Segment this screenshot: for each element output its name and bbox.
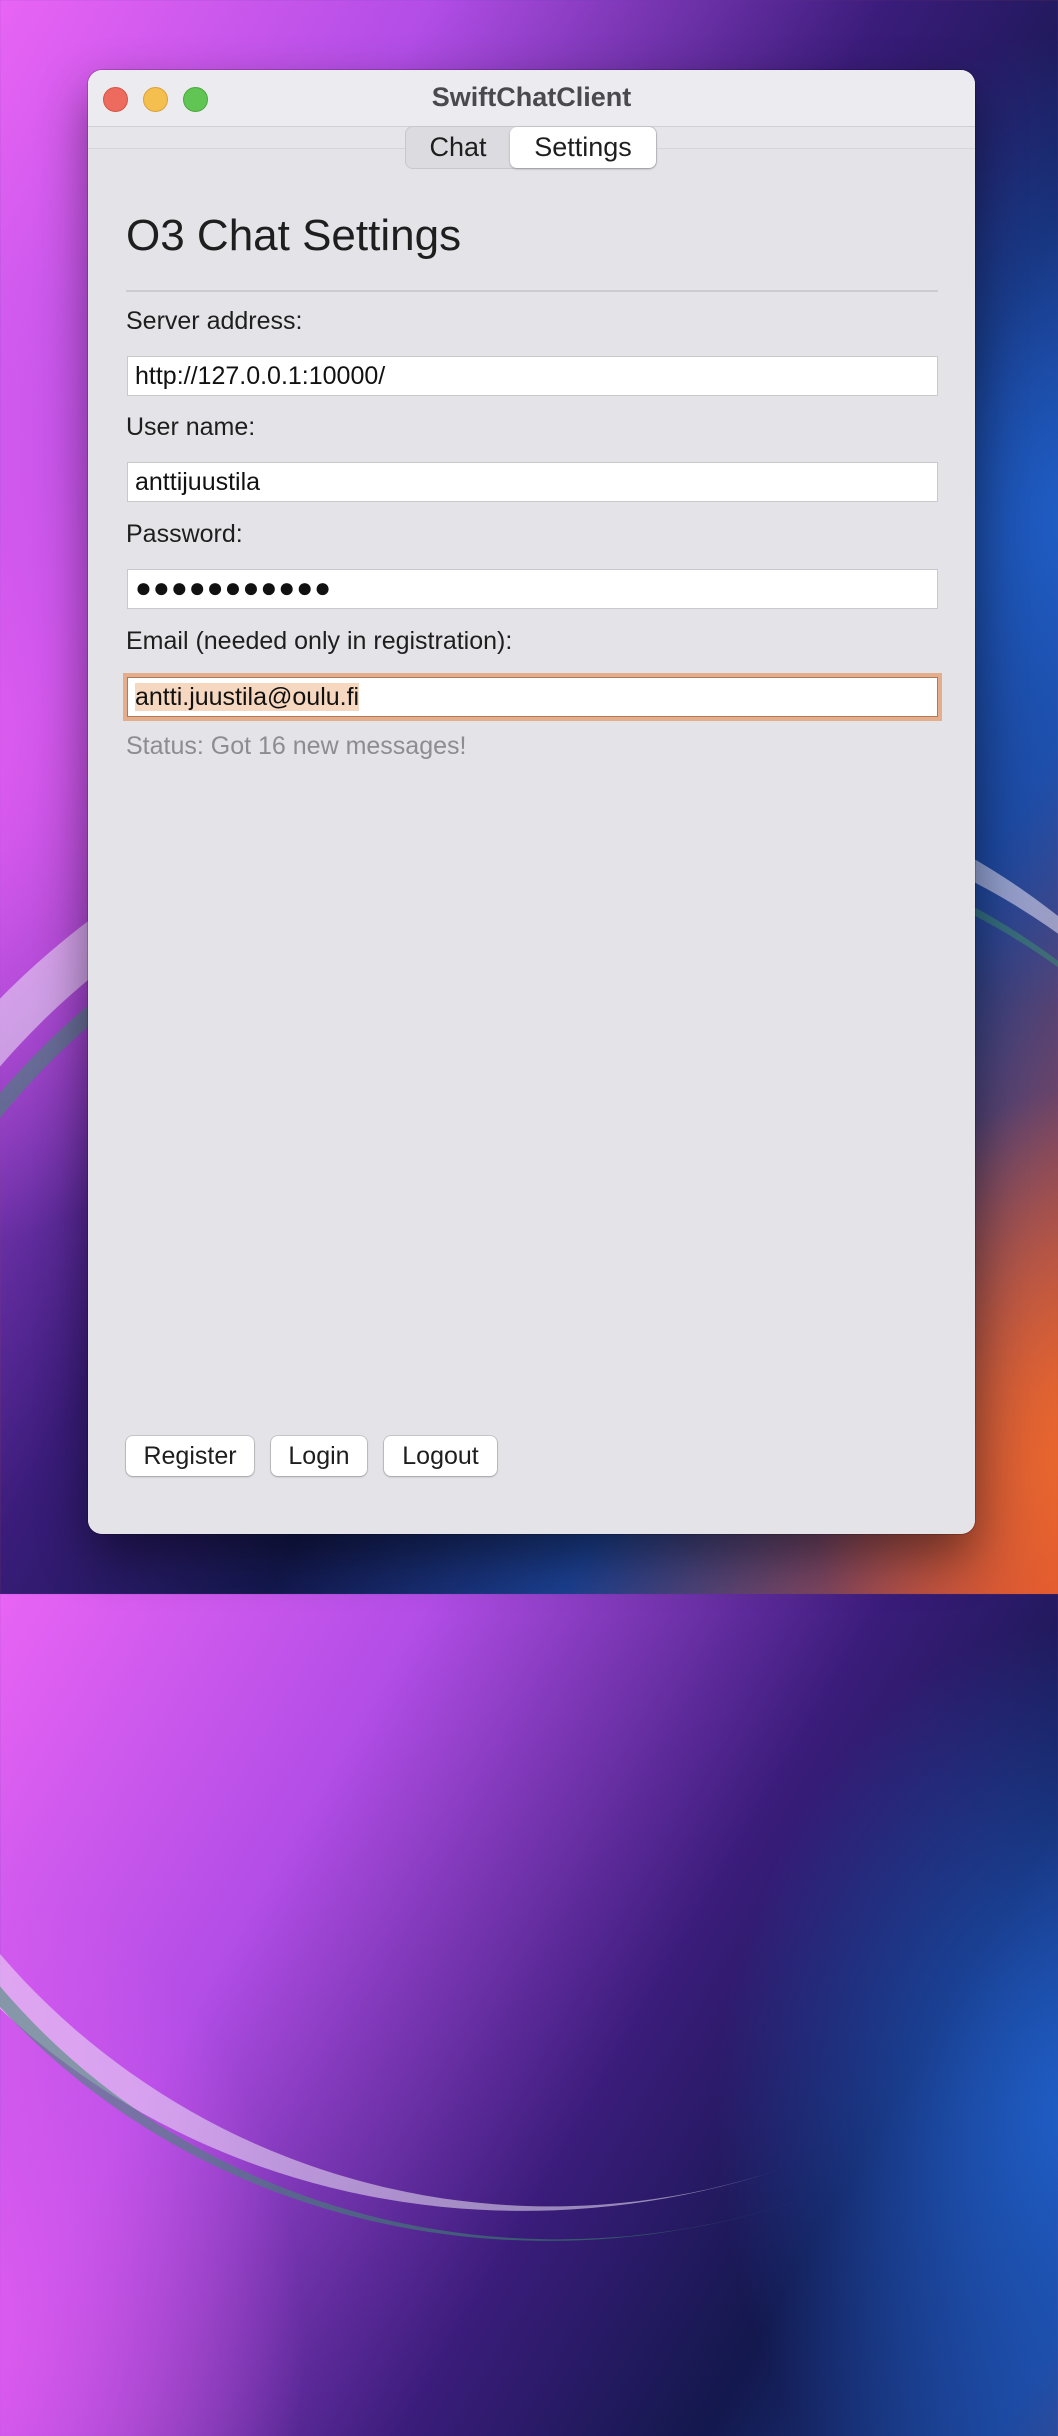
divider xyxy=(126,290,938,292)
status-text: Status: Got 16 new messages! xyxy=(126,732,467,760)
window-title: SwiftChatClient xyxy=(431,82,632,112)
user-name-label: User name: xyxy=(126,413,256,441)
logout-button[interactable]: Logout xyxy=(384,1436,497,1476)
tab-chat[interactable]: Chat xyxy=(406,127,510,168)
user-name-field[interactable]: anttijuustila xyxy=(127,462,938,502)
app-window: SwiftChatClient Chat Settings O3 Chat Se… xyxy=(88,70,975,1534)
login-button[interactable]: Login xyxy=(271,1436,367,1476)
settings-panel: O3 Chat Settings Server address: http://… xyxy=(88,148,975,1534)
tab-settings[interactable]: Settings xyxy=(510,127,656,168)
email-field[interactable]: antti.juustila@oulu.fi xyxy=(127,677,938,717)
password-label: Password: xyxy=(126,520,243,548)
server-address-field[interactable]: http://127.0.0.1:10000/ xyxy=(127,356,938,396)
server-address-label: Server address: xyxy=(126,307,303,335)
email-field-selected-text: antti.juustila@oulu.fi xyxy=(135,683,360,711)
password-field[interactable]: ●●●●●●●●●●● xyxy=(127,569,938,609)
register-button[interactable]: Register xyxy=(126,1436,254,1476)
title-bar[interactable]: SwiftChatClient xyxy=(88,70,975,127)
tab-bar: Chat Settings xyxy=(405,126,657,169)
email-label: Email (needed only in registration): xyxy=(126,627,513,655)
page-title: O3 Chat Settings xyxy=(126,211,462,260)
